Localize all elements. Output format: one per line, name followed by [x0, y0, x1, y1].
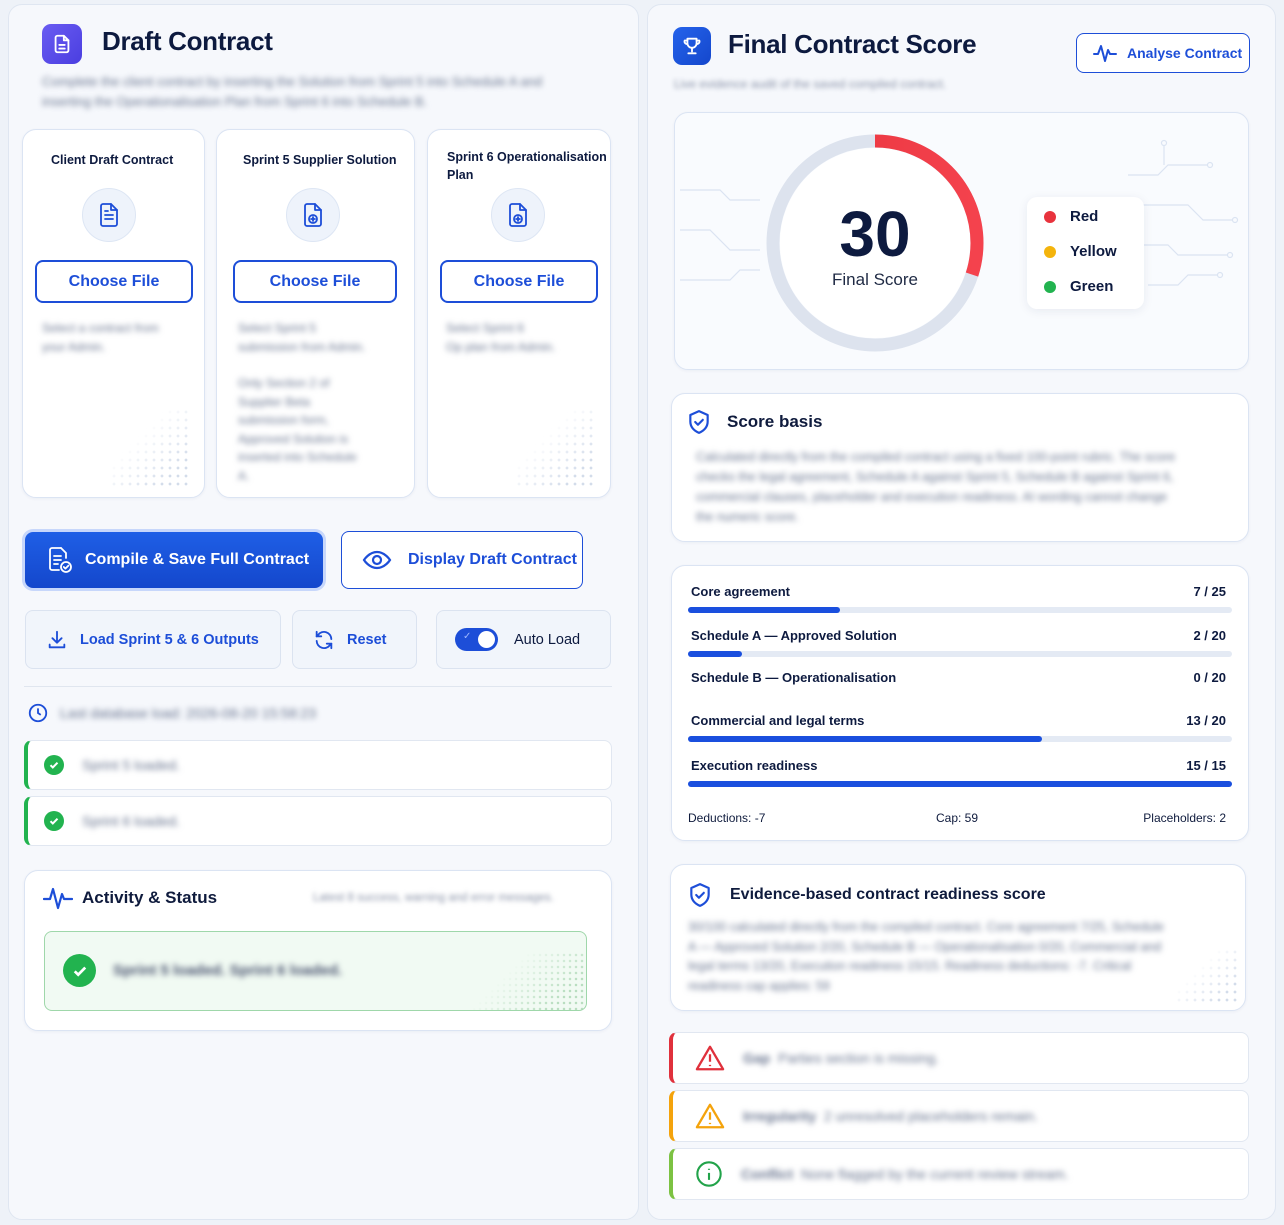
score-bar-fill — [688, 736, 1042, 742]
activity-hint: Latest 8 success, warning and error mess… — [313, 892, 554, 904]
load-outputs-button[interactable]: Load Sprint 5 & 6 Outputs — [25, 610, 281, 669]
issue-row-conflict: Conflict None flagged by the current rev… — [669, 1148, 1249, 1200]
upload-card-description: Select a contract from your Admin. — [42, 321, 159, 354]
compile-save-button[interactable]: Compile & Save Full Contract — [25, 532, 323, 588]
score-value: 30 — [839, 198, 911, 270]
status-row: Sprint 5 loaded. — [24, 740, 612, 790]
score-label: Final Score — [832, 270, 918, 289]
evidence-title: Evidence-based contract readiness score — [730, 886, 1046, 903]
file-plus-icon — [491, 188, 545, 242]
shield-icon — [686, 409, 712, 440]
score-legend: Red Yellow Green — [1027, 197, 1144, 309]
reset-button[interactable]: Reset — [292, 610, 417, 669]
choose-file-button[interactable]: Choose File — [233, 260, 397, 303]
score-bar-label: Core agreement — [691, 584, 790, 599]
score-bar-value: 7 / 25 — [1193, 584, 1226, 599]
file-plus-icon — [286, 188, 340, 242]
clock-icon — [27, 702, 49, 729]
circuit-decoration — [1128, 139, 1239, 286]
score-bar-label: Execution readiness — [691, 758, 818, 773]
score-bar-value: 15 / 15 — [1186, 758, 1226, 773]
score-bar-fill — [688, 781, 1232, 787]
refresh-icon — [315, 630, 333, 649]
check-circle-icon — [44, 811, 64, 831]
score-bar-label: Commercial and legal terms — [691, 713, 865, 728]
warning-triangle-icon — [695, 1103, 725, 1129]
score-bar-track — [688, 651, 1232, 657]
decorative-dots — [515, 408, 595, 488]
legend-item-red: Red — [1044, 199, 1144, 234]
score-bar-label: Schedule A — Approved Solution — [691, 628, 897, 643]
page-title: Draft Contract — [102, 26, 273, 56]
page-subtitle: Complete the client contract by insertin… — [42, 74, 543, 109]
score-bar-value: 0 / 20 — [1193, 670, 1226, 685]
display-draft-button[interactable]: Display Draft Contract — [341, 531, 583, 589]
decorative-dots — [1175, 948, 1239, 1004]
upload-card-title: Sprint 5 Supplier Solution — [243, 153, 397, 167]
decorative-dots — [110, 408, 190, 488]
pulse-icon — [1093, 45, 1117, 62]
evidence-text: 30/100 calculated directly from the comp… — [688, 920, 1164, 993]
upload-card-title: Sprint 6 Operationalisation Plan — [447, 150, 607, 182]
choose-file-button[interactable]: Choose File — [35, 260, 193, 303]
score-bar-value: 13 / 20 — [1186, 713, 1226, 728]
score-panel-subtitle: Live evidence audit of the saved compile… — [674, 77, 947, 91]
document-check-icon — [49, 547, 72, 573]
issue-row-gap: Gap Parties section is missing. — [669, 1032, 1249, 1084]
score-bar-track — [688, 607, 1232, 613]
score-basis-text: Calculated directly from the compiled co… — [696, 450, 1176, 524]
score-bar-label: Schedule B — Operationalisation — [691, 670, 897, 685]
check-circle-icon — [63, 954, 96, 987]
draft-contract-icon — [42, 24, 82, 64]
check-circle-icon — [44, 755, 64, 775]
divider — [24, 686, 612, 687]
activity-message-box: Sprint 5 loaded. Sprint 6 loaded. — [44, 931, 587, 1011]
eye-icon — [362, 550, 392, 570]
trophy-icon — [673, 27, 711, 65]
legend-item-yellow: Yellow — [1044, 234, 1144, 269]
placeholders-text: Placeholders: 2 — [1143, 811, 1226, 825]
upload-card-description: Select Sprint 6 Op plan from Admin. — [446, 321, 556, 354]
score-panel-title: Final Contract Score — [728, 29, 977, 59]
score-bar-fill — [688, 651, 743, 657]
score-bar-fill — [688, 607, 841, 613]
circuit-decoration — [680, 189, 760, 281]
cap-text: Cap: 59 — [936, 811, 979, 825]
warning-triangle-icon — [695, 1045, 725, 1071]
auto-load-toggle[interactable]: ✓ Auto Load — [436, 610, 611, 669]
score-bar-track — [688, 736, 1232, 742]
choose-file-button[interactable]: Choose File — [440, 260, 598, 303]
download-icon — [48, 630, 66, 648]
document-icon — [82, 188, 136, 242]
activity-title: Activity & Status — [82, 888, 218, 907]
deductions-text: Deductions: -7 — [688, 811, 766, 825]
info-icon — [696, 1161, 722, 1187]
toggle-switch[interactable]: ✓ — [455, 628, 498, 651]
legend-item-green: Green — [1044, 269, 1144, 304]
score-basis-title: Score basis — [727, 412, 823, 431]
score-bar-value: 2 / 20 — [1193, 628, 1226, 643]
analyse-contract-button[interactable]: Analyse Contract — [1076, 33, 1250, 73]
issue-row-irregularity: Irregularity 2 unresolved placeholders r… — [669, 1090, 1249, 1142]
upload-card-title: Client Draft Contract — [51, 153, 174, 167]
score-bar-track — [688, 781, 1232, 787]
shield-icon — [687, 882, 713, 913]
activity-pulse-icon — [42, 885, 74, 916]
upload-card-description: Select Sprint 5 submission from Admin. On… — [238, 321, 366, 483]
last-load-text: Last database load: 2026-08-20 15:58:23 — [60, 705, 317, 721]
status-row: Sprint 6 loaded. — [24, 796, 612, 846]
